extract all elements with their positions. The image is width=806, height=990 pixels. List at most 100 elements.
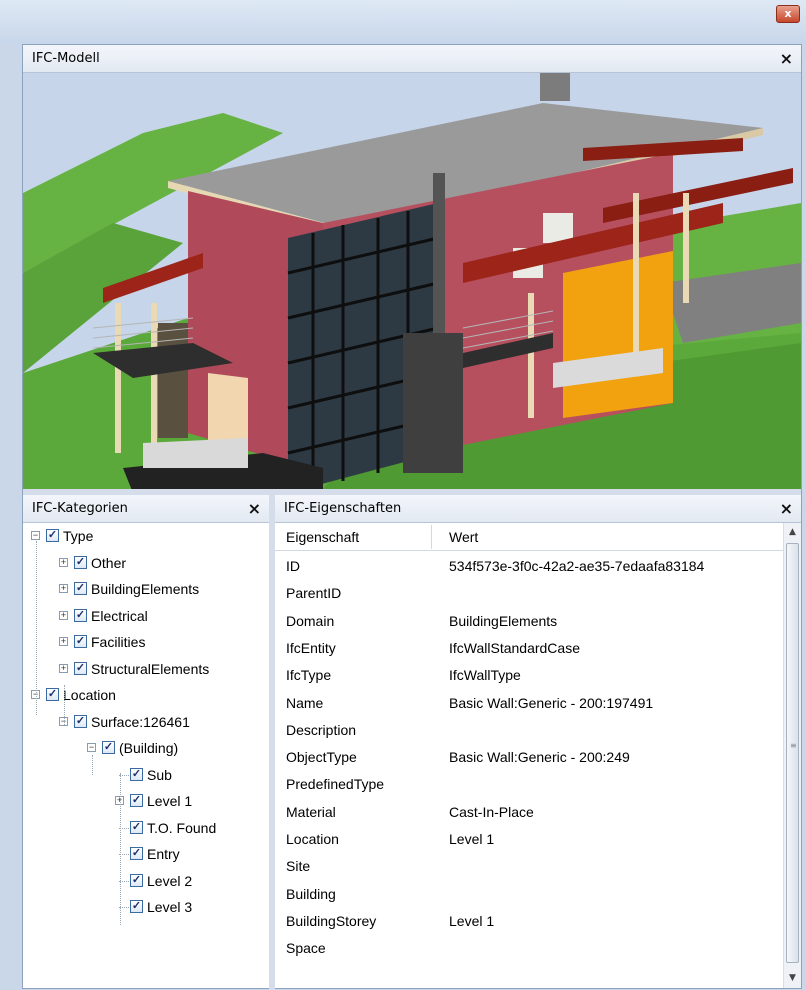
property-row[interactable]: BuildingStorey Level 1: [275, 908, 783, 935]
properties-panel-title: IFC-Eigenschaften: [284, 501, 402, 516]
tree-item-label: Level 2: [147, 873, 193, 889]
property-value: Basic Wall:Generic - 200:249: [449, 749, 630, 766]
property-row[interactable]: Material Cast-In-Place: [275, 799, 783, 826]
tree-checkbox[interactable]: ✓: [130, 794, 143, 807]
tree-item-label: T.O. Found: [147, 820, 217, 836]
tree-checkbox[interactable]: ✓: [102, 741, 115, 754]
property-name: Building: [286, 885, 336, 902]
chimney-stack: [433, 173, 445, 353]
orange-panel: [563, 251, 673, 418]
property-name: Material: [286, 803, 336, 820]
window-close-button[interactable]: x: [776, 5, 800, 23]
property-row[interactable]: Name Basic Wall:Generic - 200:197491: [275, 690, 783, 717]
window-right-2: [543, 213, 573, 243]
property-name: Location: [286, 831, 339, 847]
property-row[interactable]: Building: [275, 881, 783, 908]
tree-checkbox[interactable]: ✓: [74, 635, 87, 648]
property-value: 534f573e-3f0c-42a2-ae35-7edaafa83184: [449, 558, 705, 574]
property-row[interactable]: Location Level 1: [275, 826, 783, 853]
categories-panel-header: IFC-Kategorien ×: [23, 495, 269, 523]
column-header-property[interactable]: Eigenschaft: [286, 523, 359, 551]
column-header-value[interactable]: Wert: [449, 523, 478, 551]
expand-icon[interactable]: +: [59, 637, 68, 646]
properties-scrollbar[interactable]: ▲ ≡ ▼: [783, 523, 801, 988]
tree-connector: [92, 755, 93, 775]
tree-checkbox[interactable]: ✓: [74, 609, 87, 622]
model-panel-close-icon[interactable]: ×: [780, 45, 793, 73]
3d-model-viewport[interactable]: [23, 73, 801, 489]
tree-item-label: Level 1: [147, 793, 193, 809]
property-row[interactable]: IfcType IfcWallType: [275, 662, 783, 689]
tree-checkbox[interactable]: ✓: [46, 688, 59, 701]
tree-connector: [64, 685, 65, 725]
chimney-box: [403, 333, 463, 473]
tree-checkbox[interactable]: ✓: [130, 847, 143, 860]
property-row[interactable]: IfcEntity IfcWallStandardCase: [275, 635, 783, 662]
property-value: BuildingElements: [449, 612, 558, 629]
property-name: Name: [286, 694, 324, 711]
properties-panel-close-icon[interactable]: ×: [780, 495, 793, 523]
collapse-icon[interactable]: −: [87, 743, 96, 752]
categories-panel-close-icon[interactable]: ×: [248, 495, 261, 523]
chimney-block: [540, 73, 570, 101]
property-name: Site: [286, 858, 311, 875]
property-value: Basic Wall:Generic - 200:197491: [449, 694, 654, 711]
expand-icon[interactable]: +: [59, 558, 68, 567]
tree-checkbox[interactable]: ✓: [130, 821, 143, 834]
property-value: Level 1: [449, 912, 495, 929]
tree-connector: [120, 773, 121, 925]
property-row[interactable]: Space: [275, 935, 783, 962]
tree-item-label: Facilities: [91, 634, 146, 650]
properties-panel: IFC-Eigenschaften × Eigenschaft Wert ID 5…: [275, 495, 801, 988]
tree-item-label: Entry: [147, 846, 180, 862]
main-container: IFC-Modell × IFC-Kategorien × − ✓ Type +…: [22, 44, 802, 990]
tree-checkbox[interactable]: ✓: [130, 874, 143, 887]
scroll-up-icon[interactable]: ▲: [784, 524, 801, 541]
property-row[interactable]: ID 534f573e-3f0c-42a2-ae35-7edaafa83184: [275, 553, 783, 580]
tree-checkbox[interactable]: ✓: [74, 556, 87, 569]
property-name: ID: [286, 558, 300, 574]
tree-item-label: Location: [63, 687, 116, 703]
tree-checkbox[interactable]: ✓: [130, 900, 143, 913]
model-panel-header: IFC-Modell ×: [23, 45, 801, 73]
property-row[interactable]: PredefinedType: [275, 771, 783, 798]
category-tree: − ✓ Type + ✓ Other + ✓ BuildingElements + ✓ Electri…: [23, 525, 269, 987]
column-separator[interactable]: [431, 525, 432, 549]
tree-item-label: Type: [63, 528, 94, 544]
properties-panel-header: IFC-Eigenschaften ×: [275, 495, 801, 523]
tree-item-label: Electrical: [91, 608, 148, 624]
expand-icon[interactable]: +: [59, 611, 68, 620]
property-row[interactable]: Domain BuildingElements: [275, 608, 783, 635]
expand-icon[interactable]: +: [59, 584, 68, 593]
tree-item-label: Surface:126461: [91, 714, 190, 730]
tree-checkbox[interactable]: ✓: [74, 582, 87, 595]
scroll-thumb[interactable]: ≡: [786, 543, 799, 963]
tree-checkbox[interactable]: ✓: [74, 715, 87, 728]
property-name: ObjectType: [286, 749, 357, 766]
tree-item-label: (Building): [119, 740, 179, 756]
post-4: [633, 193, 639, 363]
property-name: ParentID: [286, 585, 342, 602]
scroll-down-icon[interactable]: ▼: [784, 970, 801, 987]
tree-item-label: Other: [91, 555, 127, 571]
property-name: Space: [286, 940, 326, 957]
tree-item-label: StructuralElements: [91, 661, 210, 677]
tree-connector: [36, 541, 37, 715]
tree-checkbox[interactable]: ✓: [130, 768, 143, 781]
property-name: PredefinedType: [286, 776, 385, 793]
post-3: [528, 293, 534, 418]
tree-item-label: Level 3: [147, 899, 193, 915]
post-5: [683, 193, 689, 303]
property-row[interactable]: ObjectType Basic Wall:Generic - 200:249: [275, 744, 783, 771]
window-titlebar: x: [0, 0, 806, 44]
tree-checkbox[interactable]: ✓: [46, 529, 59, 542]
expand-icon[interactable]: +: [59, 664, 68, 673]
property-name: BuildingStorey: [286, 912, 377, 929]
property-row[interactable]: ParentID: [275, 580, 783, 607]
tree-checkbox[interactable]: ✓: [74, 662, 87, 675]
property-row[interactable]: Site: [275, 853, 783, 880]
property-row[interactable]: Description: [275, 717, 783, 744]
scroll-grip-icon: ≡: [790, 741, 797, 750]
building-render: [23, 73, 801, 489]
collapse-icon[interactable]: −: [31, 531, 40, 540]
